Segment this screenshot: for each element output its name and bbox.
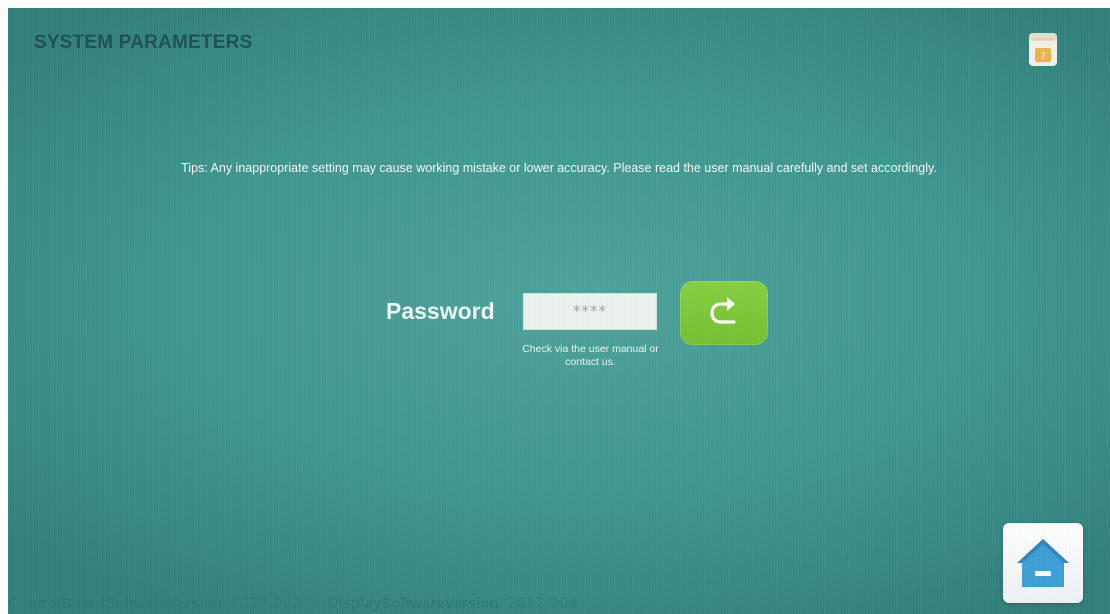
enter-arrow-icon bbox=[710, 297, 736, 324]
home-button[interactable] bbox=[1003, 523, 1083, 603]
photo-frame: SYSTEM PARAMETERS ? Tips: Any inappropri… bbox=[0, 0, 1110, 614]
page-title: SYSTEM PARAMETERS bbox=[34, 32, 253, 53]
version-footer: ControlBoardSoftwareVersion 2022.002 Displ… bbox=[8, 594, 578, 612]
password-hint: Check via the user manual or contact us. bbox=[522, 343, 659, 368]
confirm-password-button[interactable] bbox=[680, 281, 768, 345]
manual-button[interactable]: ? bbox=[1026, 30, 1062, 70]
password-label: Password bbox=[386, 298, 495, 324]
display-version-value: 2022.004 bbox=[506, 594, 579, 612]
control-board-version-value: 2022.002 bbox=[230, 594, 302, 612]
display-version-label: DisplaySoftwareVersion bbox=[327, 595, 499, 612]
tips-text: Tips: Any inappropriate setting may caus… bbox=[181, 161, 937, 175]
help-manual-icon: ? bbox=[1029, 33, 1057, 66]
device-screen: SYSTEM PARAMETERS ? Tips: Any inappropri… bbox=[8, 8, 1110, 614]
svg-text:?: ? bbox=[1040, 51, 1045, 62]
control-board-version-label: ControlBoardSoftwareVersion bbox=[8, 595, 223, 612]
password-input[interactable]: **** bbox=[523, 293, 657, 330]
home-icon bbox=[1017, 539, 1069, 587]
